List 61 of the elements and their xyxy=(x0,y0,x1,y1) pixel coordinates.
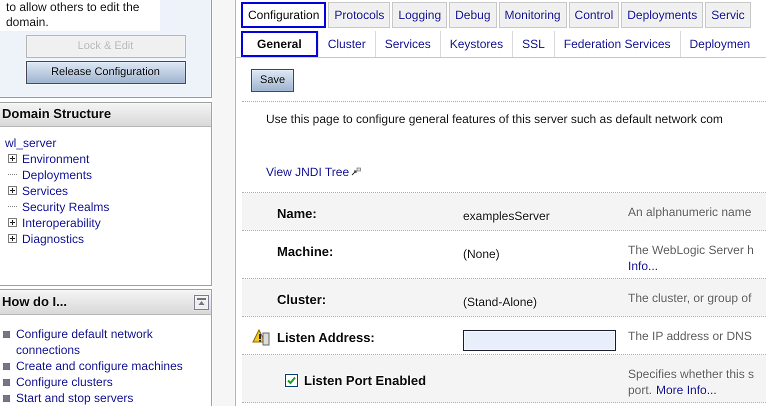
help-link[interactable]: Create and configure machines xyxy=(16,358,196,374)
tree-item-link[interactable]: Diagnostics xyxy=(22,230,84,247)
help-link[interactable]: Configure default network connections xyxy=(16,326,196,358)
field-value: (None) xyxy=(463,246,500,261)
field-description: Specifies whether this s xyxy=(628,366,756,382)
field-label: Name: xyxy=(277,204,317,223)
field-description: port. xyxy=(628,382,652,398)
expand-icon[interactable] xyxy=(8,234,17,244)
bullet-icon xyxy=(3,379,10,386)
save-button[interactable]: Save xyxy=(251,68,294,92)
intro-text: Use this page to configure general features of this server such as default network com xyxy=(266,110,724,128)
tree-item-link[interactable]: Security Realms xyxy=(22,198,110,215)
tree-root-link[interactable]: wl_server xyxy=(5,134,211,151)
bullet-icon xyxy=(3,363,10,370)
bullet-icon xyxy=(3,395,10,402)
view-jndi-tree-link[interactable]: View JNDI Tree xyxy=(266,162,350,181)
expand-icon[interactable] xyxy=(8,186,17,196)
tree-item-link[interactable]: Interoperability xyxy=(22,214,101,231)
tab[interactable]: Configuration xyxy=(241,2,326,28)
panel-header: Domain Structure xyxy=(0,102,211,127)
field-label: Cluster: xyxy=(277,290,326,309)
field-description: The IP address or DNS xyxy=(628,328,753,344)
subtab[interactable]: General xyxy=(241,30,318,56)
tree-item-link[interactable]: Deployments xyxy=(22,166,92,183)
more-info-link[interactable]: Info... xyxy=(628,258,658,274)
field-description: The WebLogic Server h xyxy=(628,242,755,258)
listen-address-input[interactable] xyxy=(463,330,616,351)
field-description: An alphanumeric name xyxy=(628,204,752,220)
tab[interactable]: Deployments xyxy=(621,2,704,28)
change-center-message: to allow others to edit the domain. xyxy=(0,0,160,31)
bullet-icon xyxy=(3,331,10,338)
tab[interactable]: Debug xyxy=(449,2,497,28)
tab[interactable]: Servic xyxy=(705,2,751,28)
tab[interactable]: Protocols xyxy=(328,2,390,28)
field-description: The cluster, or group of xyxy=(628,290,752,306)
field-value: (Stand-Alone) xyxy=(463,294,538,309)
field-label: Listen Address: xyxy=(277,328,375,347)
collapse-icon[interactable] xyxy=(194,294,209,310)
more-info-link[interactable]: More Info... xyxy=(656,382,717,398)
subtab[interactable]: Deploymen xyxy=(680,30,760,56)
subtab[interactable]: Cluster xyxy=(318,30,375,56)
help-link[interactable]: Start and stop servers xyxy=(16,390,196,406)
expand-icon[interactable] xyxy=(8,218,17,228)
subtab[interactable]: Keystores xyxy=(440,30,512,56)
subtab[interactable]: Federation Services xyxy=(554,30,680,56)
expand-icon[interactable] xyxy=(8,154,17,164)
tab[interactable]: Control xyxy=(568,2,620,28)
help-link[interactable]: Configure clusters xyxy=(16,374,196,390)
tab[interactable]: Logging xyxy=(392,2,448,28)
subtab[interactable]: Services xyxy=(374,30,440,56)
external-link-icon xyxy=(351,167,362,176)
field-label: Machine: xyxy=(277,242,334,261)
tree-item-link[interactable]: Environment xyxy=(22,150,90,167)
subtab[interactable]: SSL xyxy=(512,30,554,56)
field-label: Listen Port Enabled xyxy=(304,372,426,390)
tree-item-link[interactable]: Services xyxy=(22,182,68,199)
tab[interactable]: Monitoring xyxy=(498,2,567,28)
panel-header: How do I... xyxy=(2,293,67,312)
release-configuration-button[interactable]: Release Configuration xyxy=(26,61,186,84)
checkbox[interactable] xyxy=(285,374,298,387)
field-value: examplesServer xyxy=(463,208,550,223)
